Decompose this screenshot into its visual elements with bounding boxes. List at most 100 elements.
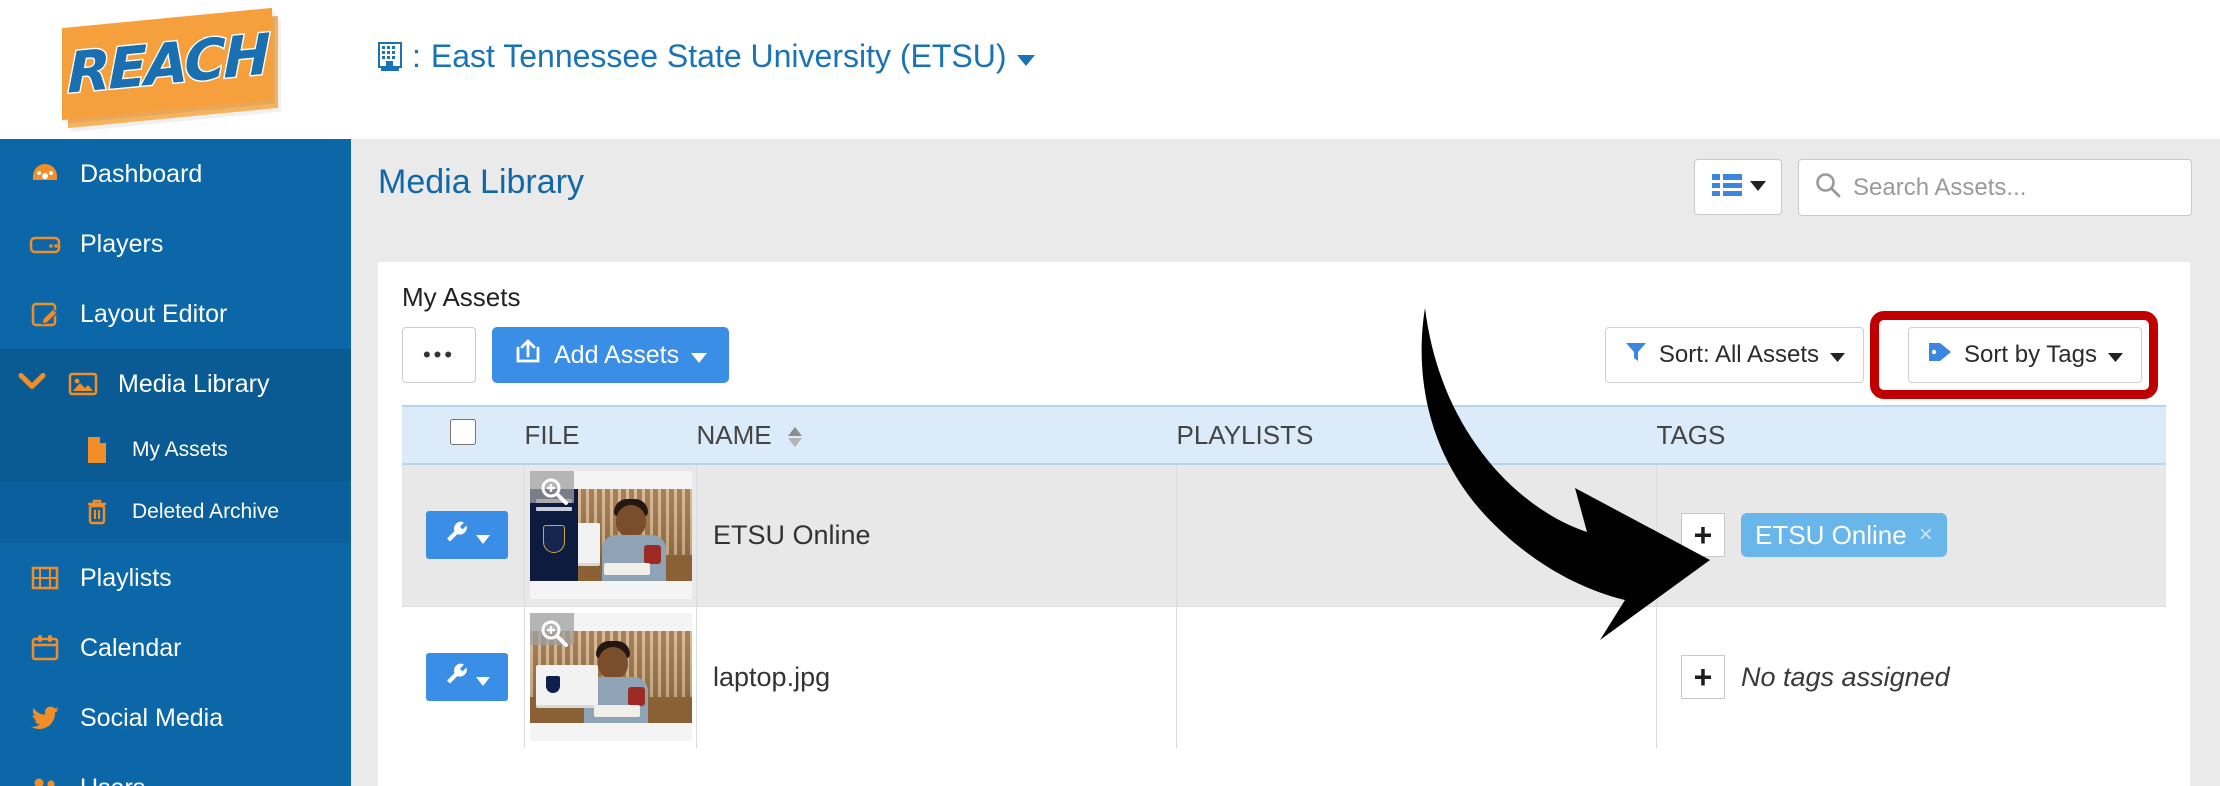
select-all-checkbox[interactable] [450, 418, 477, 445]
sidebar-label: Users [80, 774, 145, 786]
chevron-down-icon [2108, 341, 2123, 369]
search-icon [1815, 172, 1841, 203]
sort-label: Sort: All Assets [1658, 341, 1819, 368]
row-tags-cell: + ETSU Online × [1656, 464, 2166, 606]
sidebar-item-users[interactable]: Users [0, 753, 351, 786]
sidebar-label: Playlists [80, 563, 172, 592]
chevron-down-icon [1749, 178, 1766, 196]
add-assets-button[interactable]: Add Assets [492, 327, 730, 383]
tag-sort-label: Sort by Tags [1964, 341, 2097, 368]
sidebar-label: Players [80, 229, 164, 258]
main-content: Media Library Search Assets... My Assets… [351, 139, 2220, 786]
add-tag-button[interactable]: + [1681, 513, 1725, 558]
asset-thumbnail[interactable] [529, 613, 692, 742]
column-header-name[interactable]: NAME [696, 405, 1177, 465]
row-action-button[interactable] [426, 653, 508, 702]
row-playlists-cell [1176, 605, 1657, 748]
content-header: Media Library [351, 139, 2220, 237]
chevron-down-icon [691, 341, 708, 370]
remove-tag-icon[interactable]: × [1919, 521, 1933, 549]
select-all-header [402, 405, 525, 465]
column-header-tags[interactable]: TAGS [1656, 405, 2166, 465]
sidebar-label: Calendar [80, 633, 182, 662]
row-name-cell: laptop.jpg [696, 605, 1177, 748]
row-actions-cell [402, 464, 525, 606]
row-name-cell: ETSU Online [696, 464, 1177, 606]
sidebar-label: Media Library [118, 369, 270, 398]
add-assets-label: Add Assets [554, 340, 680, 369]
wrench-icon [444, 662, 470, 693]
wrench-icon [444, 520, 470, 551]
sort-by-tags-button[interactable]: Sort by Tags [1908, 327, 2142, 383]
upload-icon [514, 339, 542, 372]
sidebar-label: Deleted Archive [132, 500, 280, 523]
sidebar-label: Social Media [80, 703, 224, 732]
table-row[interactable]: laptop.jpg + No tags assigned [402, 605, 2166, 748]
player-device-icon [22, 232, 68, 256]
chevron-down-icon [18, 373, 46, 396]
chevron-down-icon [476, 662, 490, 693]
sidebar-item-social-media[interactable]: Social Media [0, 683, 351, 753]
org-selector[interactable]: : East Tennessee State University (ETSU) [378, 38, 1035, 75]
sidebar-item-dashboard[interactable]: Dashboard [0, 139, 351, 209]
more-options-button[interactable]: ••• [402, 327, 476, 383]
trash-icon [74, 498, 120, 526]
chevron-down-icon [1830, 341, 1845, 369]
sidebar-item-deleted-archive[interactable]: Deleted Archive [0, 481, 351, 543]
logo-label: REACH [66, 20, 270, 107]
users-icon [22, 776, 68, 786]
film-icon [22, 565, 68, 591]
dashboard-gauge-icon [22, 159, 68, 189]
sidebar-item-players[interactable]: Players [0, 209, 351, 279]
column-header-playlists[interactable]: PLAYLISTS [1176, 405, 1657, 465]
app-root: REACH : East Tennessee State University … [0, 0, 2220, 786]
calendar-icon [22, 634, 68, 662]
sidebar-item-calendar[interactable]: Calendar [0, 613, 351, 683]
assets-table: FILE NAME PLAYLISTS TAGS ETSU Online + E… [402, 405, 2166, 748]
no-tags-label: No tags assigned [1741, 661, 1950, 692]
row-action-button[interactable] [426, 511, 508, 560]
sidebar-item-media-library[interactable]: Media Library [0, 349, 351, 419]
row-tags-cell: + No tags assigned [1656, 605, 2166, 748]
filter-funnel-icon [1624, 340, 1648, 371]
asset-thumbnail[interactable] [529, 471, 692, 600]
assets-toolbar: ••• Add Assets Sort: All Assets Sort by … [402, 311, 2166, 399]
magnifier-overlay-icon[interactable] [529, 613, 574, 648]
row-actions-cell [402, 605, 525, 748]
tag-icon [1927, 340, 1953, 371]
column-header-file[interactable]: FILE [524, 405, 697, 465]
twitter-bird-icon [22, 705, 68, 731]
row-playlists-cell [1176, 464, 1657, 606]
table-body: ETSU Online + ETSU Online × laptop.jpg +… [402, 464, 2166, 748]
view-mode-toggle[interactable] [1694, 159, 1782, 215]
tag-chip[interactable]: ETSU Online × [1741, 513, 1947, 558]
magnifier-overlay-icon[interactable] [529, 471, 574, 506]
table-header-row: FILE NAME PLAYLISTS TAGS [402, 405, 2166, 465]
table-row[interactable]: ETSU Online + ETSU Online × [402, 464, 2166, 606]
sidebar: Dashboard Players Layout Editor Media Li… [0, 139, 351, 786]
file-icon [74, 436, 120, 464]
chevron-down-icon[interactable] [1016, 55, 1035, 66]
sidebar-item-my-assets[interactable]: My Assets [0, 419, 351, 481]
sidebar-label: Dashboard [80, 159, 203, 188]
top-bar: REACH : East Tennessee State University … [0, 0, 2220, 139]
sidebar-item-playlists[interactable]: Playlists [0, 543, 351, 613]
column-name-label: NAME [696, 419, 772, 450]
search-assets-box[interactable] [1798, 159, 2192, 216]
assets-panel: My Assets ••• Add Assets Sort: All Asset… [378, 262, 2190, 786]
reach-logo[interactable]: REACH [62, 4, 282, 129]
sidebar-label: Layout Editor [80, 299, 228, 328]
sort-all-assets-button[interactable]: Sort: All Assets [1604, 327, 1864, 383]
sort-arrows-icon[interactable] [787, 426, 802, 447]
add-tag-button[interactable]: + [1681, 655, 1725, 700]
chevron-down-icon [476, 520, 490, 551]
sidebar-item-layout-editor[interactable]: Layout Editor [0, 279, 351, 349]
edit-pencil-icon [22, 299, 68, 329]
table-header: FILE NAME PLAYLISTS TAGS [402, 405, 2166, 465]
image-icon [60, 371, 106, 397]
tag-chip-label: ETSU Online [1755, 519, 1907, 550]
search-input[interactable] [1853, 173, 2173, 202]
section-label: My Assets [402, 282, 521, 312]
row-thumbnail-cell [524, 464, 697, 606]
list-view-icon [1711, 172, 1743, 203]
